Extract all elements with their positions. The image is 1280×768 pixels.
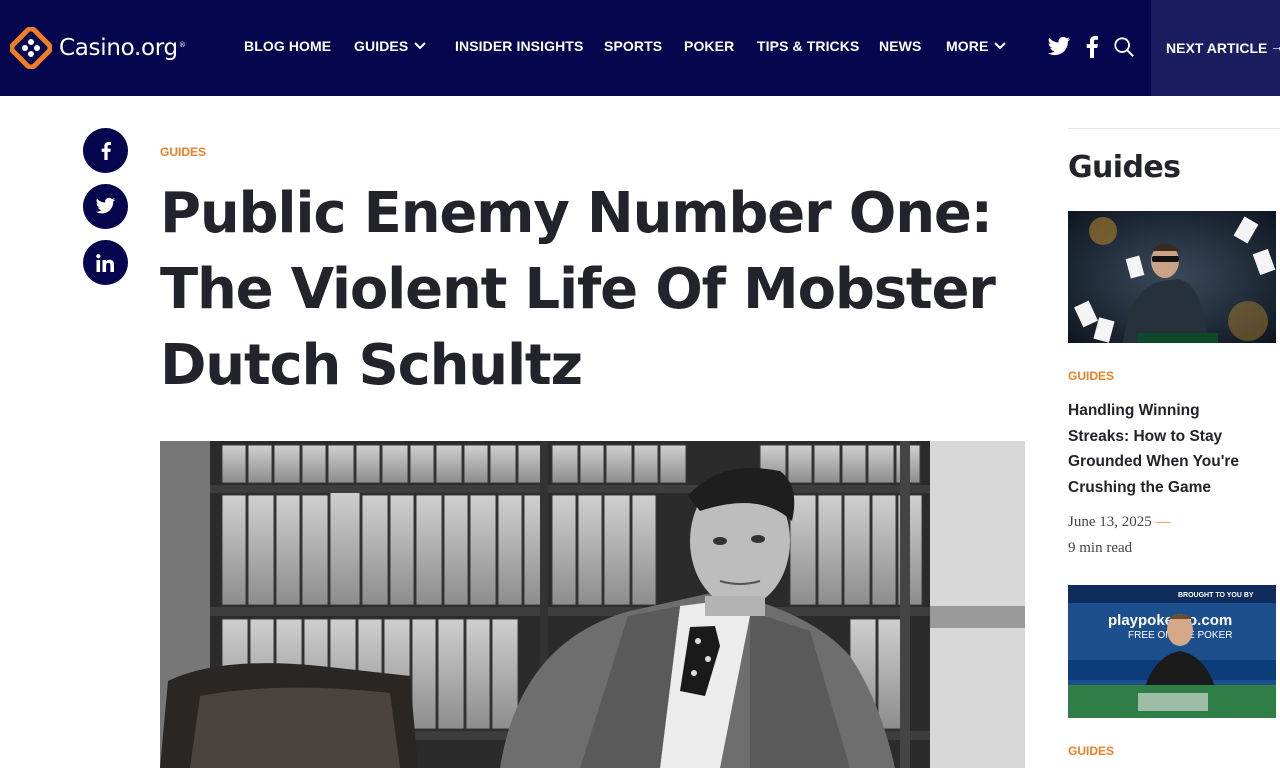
nav-guides[interactable]: GUIDES — [354, 38, 426, 54]
chevron-down-icon — [414, 42, 426, 50]
twitter-icon[interactable] — [1047, 36, 1071, 58]
sidebar-card-category[interactable]: GUIDES — [1068, 369, 1114, 383]
sidebar-card-date: June 13, 2025 — — [1068, 514, 1171, 530]
nav-more[interactable]: MORE — [946, 38, 1007, 54]
twitter-icon — [95, 197, 116, 214]
casino-org-logo[interactable]: Casino.org® — [10, 27, 186, 69]
chevron-down-icon — [994, 42, 1007, 50]
facebook-icon[interactable] — [1086, 36, 1098, 58]
share-facebook-button[interactable] — [83, 128, 128, 173]
nav-insider-insights[interactable]: INSIDER INSIGHTS — [455, 38, 583, 54]
article-title: Public Enemy Number One: The Violent Lif… — [160, 176, 1020, 404]
share-twitter-button[interactable] — [83, 184, 128, 229]
logo-text: Casino.org® — [59, 35, 186, 61]
sidebar-divider — [1068, 128, 1280, 129]
search-icon[interactable] — [1112, 36, 1136, 58]
guide-card-thumbnail[interactable]: BROUGHT TO YOU BY playpokergo.com FREE O… — [1068, 585, 1276, 718]
nav-sports[interactable]: SPORTS — [604, 38, 662, 54]
nav-poker[interactable]: POKER — [684, 38, 734, 54]
site-header: Casino.org® BLOG HOME GUIDES INSIDER INS… — [0, 0, 1280, 96]
title-line: Public Enemy Number One: — [160, 181, 993, 246]
arrow-right-icon: → — [1270, 38, 1280, 54]
sidebar-heading: Guides — [1068, 150, 1181, 185]
linkedin-icon — [95, 253, 114, 272]
next-article-button[interactable]: NEXT ARTICLE → — [1151, 0, 1280, 96]
facebook-icon — [101, 141, 111, 160]
sidebar-card-read-time: 9 min read — [1068, 540, 1133, 556]
svg-text:BROUGHT TO YOU BY: BROUGHT TO YOU BY — [1178, 592, 1254, 599]
nav-news[interactable]: NEWS — [879, 38, 921, 54]
article-hero-image — [160, 441, 1025, 768]
article-category-tag[interactable]: GUIDES — [160, 145, 206, 159]
nav-tips-tricks[interactable]: TIPS & TRICKS — [757, 38, 859, 54]
title-line: The Violent Life Of Mobster — [160, 257, 996, 322]
guide-card-thumbnail[interactable] — [1068, 211, 1276, 343]
sidebar-card-title[interactable]: Handling Winning Streaks: How to Stay Gr… — [1068, 398, 1278, 500]
casino-diamond-icon — [10, 27, 52, 69]
sidebar-card-category[interactable]: GUIDES — [1068, 744, 1114, 758]
title-line: Dutch Schultz — [160, 333, 583, 398]
share-linkedin-button[interactable] — [83, 240, 128, 285]
nav-blog-home[interactable]: BLOG HOME — [244, 38, 331, 54]
